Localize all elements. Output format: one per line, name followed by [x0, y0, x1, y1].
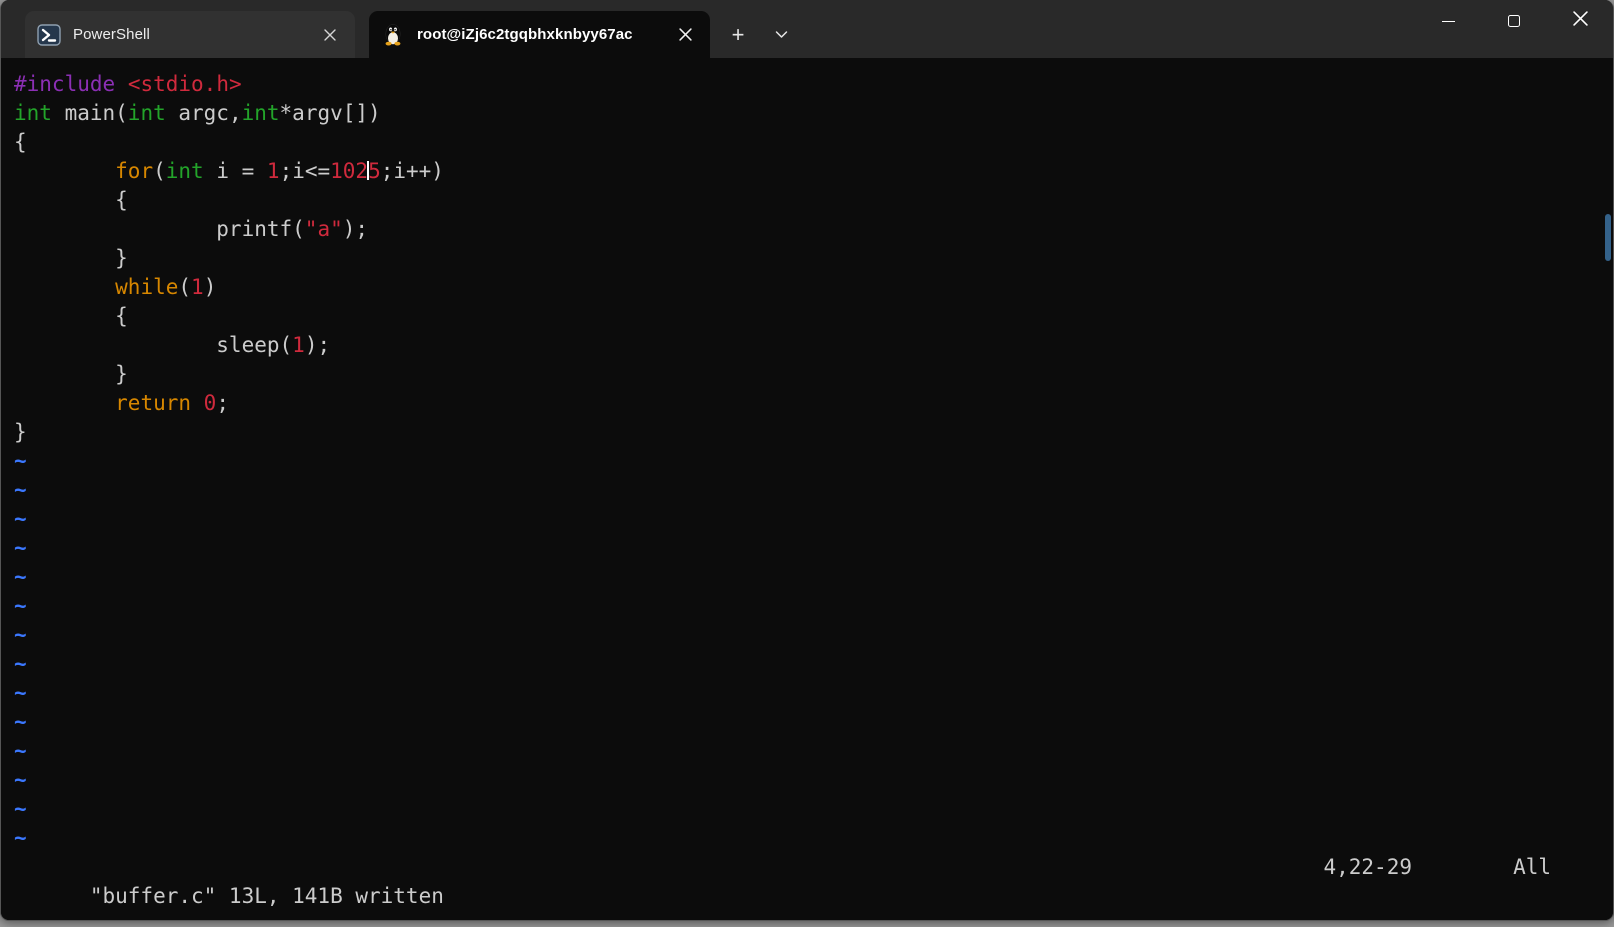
empty-line-tilde: ~ — [14, 824, 1613, 853]
empty-line-tilde: ~ — [14, 476, 1613, 505]
vim-buffer: #include <stdio.h>int main(int argc,int*… — [14, 70, 1613, 853]
close-icon[interactable] — [670, 20, 700, 50]
code-line: } — [14, 418, 1613, 447]
close-button[interactable] — [1547, 0, 1613, 42]
code-line: { — [14, 128, 1613, 157]
scrollbar-thumb[interactable] — [1605, 214, 1611, 261]
close-icon — [1573, 11, 1588, 31]
code-line: } — [14, 244, 1613, 273]
scroll-position-indicator: All — [1513, 853, 1551, 882]
code-line: { — [14, 302, 1613, 331]
maximize-button[interactable] — [1481, 0, 1547, 42]
new-tab-button[interactable]: + — [718, 11, 758, 58]
empty-line-tilde: ~ — [14, 679, 1613, 708]
code-line: { — [14, 186, 1613, 215]
cursor-position-ruler: 4,22-29 — [1323, 853, 1412, 882]
tab-title: PowerShell — [73, 26, 311, 43]
window-controls — [1415, 0, 1613, 42]
empty-line-tilde: ~ — [14, 592, 1613, 621]
code-line: while(1) — [14, 273, 1613, 302]
code-line: return 0; — [14, 389, 1613, 418]
code-line: int main(int argc,int*argv[]) — [14, 99, 1613, 128]
titlebar-drag-area[interactable]: PowerShell — [1, 0, 1613, 58]
empty-line-tilde: ~ — [14, 708, 1613, 737]
empty-line-tilde: ~ — [14, 737, 1613, 766]
maximize-icon — [1508, 15, 1520, 27]
terminal-window: PowerShell — [0, 0, 1614, 921]
vim-statusline: "buffer.c" 13L, 141B written 4,22-29 All — [14, 853, 1613, 882]
code-line: printf("a"); — [14, 215, 1613, 244]
code-line: sleep(1); — [14, 331, 1613, 360]
empty-line-tilde: ~ — [14, 795, 1613, 824]
tab-linux-session[interactable]: root@iZj6c2tgqbhxknbyy67ac — [369, 11, 710, 58]
tab-powershell[interactable]: PowerShell — [25, 11, 355, 58]
code-line: #include <stdio.h> — [14, 70, 1613, 99]
chevron-down-icon[interactable] — [764, 11, 798, 58]
code-line: } — [14, 360, 1613, 389]
powershell-icon — [37, 23, 61, 47]
tab-title: root@iZj6c2tgqbhxknbyy67ac — [417, 26, 666, 43]
empty-line-tilde: ~ — [14, 563, 1613, 592]
minimize-icon — [1442, 21, 1455, 22]
empty-line-tilde: ~ — [14, 766, 1613, 795]
empty-line-tilde: ~ — [14, 534, 1613, 563]
file-write-message: "buffer.c" 13L, 141B written — [90, 884, 444, 908]
empty-line-tilde: ~ — [14, 505, 1613, 534]
linux-tux-icon — [381, 23, 405, 47]
vim-cursor: 5 — [368, 159, 381, 183]
empty-line-tilde: ~ — [14, 650, 1613, 679]
close-icon[interactable] — [315, 20, 345, 50]
terminal-content[interactable]: #include <stdio.h>int main(int argc,int*… — [1, 58, 1613, 920]
minimize-button[interactable] — [1415, 0, 1481, 42]
empty-line-tilde: ~ — [14, 447, 1613, 476]
code-line: for(int i = 1;i<=1025;i++) — [14, 157, 1613, 186]
empty-line-tilde: ~ — [14, 621, 1613, 650]
